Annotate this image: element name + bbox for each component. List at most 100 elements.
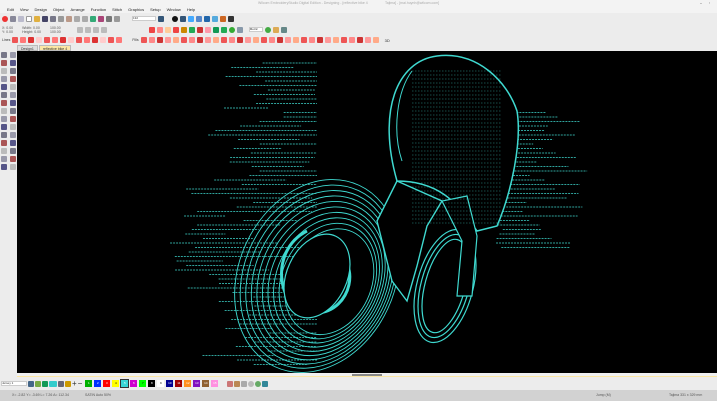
fill-stitch-3-icon[interactable] <box>156 37 163 43</box>
stitch-type-icon[interactable] <box>148 26 155 33</box>
fill-stitch-17-icon[interactable] <box>268 37 275 43</box>
line-icon[interactable] <box>172 26 179 33</box>
menu-object[interactable]: Object <box>53 6 65 13</box>
tool-11-icon[interactable] <box>1 92 7 98</box>
color-swatch-4[interactable]: 4 <box>112 380 120 387</box>
appliqué-icon[interactable] <box>188 26 195 33</box>
tool-17-icon[interactable] <box>1 116 7 122</box>
tool-26-icon[interactable] <box>10 148 16 154</box>
menu-function[interactable]: Function <box>91 6 106 13</box>
color-swatch-9[interactable]: 9 <box>157 380 165 387</box>
units-select[interactable]: Metric <box>248 27 263 32</box>
color-swatch-3[interactable]: 3 <box>103 380 111 387</box>
zoom-input[interactable]: 132 <box>132 16 156 21</box>
line-stitch-7-icon[interactable] <box>60 37 67 43</box>
zoom-fit-icon[interactable] <box>158 15 164 22</box>
export-icon[interactable] <box>228 15 234 22</box>
color-swatch-15[interactable]: 15 <box>211 380 219 387</box>
magic-icon[interactable] <box>280 26 287 33</box>
line-stitch-4-icon[interactable] <box>36 37 43 43</box>
palette-icon[interactable] <box>28 380 34 387</box>
copy-icon[interactable] <box>18 15 24 22</box>
fill-stitch-5-icon[interactable] <box>172 37 179 43</box>
fill-stitch-22-icon[interactable] <box>308 37 315 43</box>
line-stitch-5-icon[interactable] <box>44 37 51 43</box>
tool-25-icon[interactable] <box>1 148 7 154</box>
badge-icon[interactable] <box>196 26 203 33</box>
fill-stitch-27-icon[interactable] <box>348 37 355 43</box>
tool-12-icon[interactable] <box>10 92 16 98</box>
save-icon[interactable] <box>42 15 48 22</box>
menu-view[interactable]: View <box>20 6 29 13</box>
skew-icon[interactable] <box>100 26 107 33</box>
open-icon[interactable] <box>34 15 40 22</box>
fill-stitch-10-icon[interactable] <box>212 37 219 43</box>
tool-22-icon[interactable] <box>10 132 16 138</box>
line-stitch-6-icon[interactable] <box>52 37 59 43</box>
tool-13-icon[interactable] <box>1 100 7 106</box>
height-percent-field[interactable]: 100.00 <box>50 30 61 34</box>
design-canvas[interactable] <box>17 51 717 373</box>
fill-stitch-11-icon[interactable] <box>220 37 227 43</box>
tool-7-icon[interactable] <box>1 76 7 82</box>
rotate-icon[interactable] <box>92 26 99 33</box>
color-swatch-1[interactable]: 1 <box>85 380 93 387</box>
travel-icon[interactable] <box>90 15 96 22</box>
current-color-icon[interactable] <box>49 380 57 387</box>
tool-8-icon[interactable] <box>10 76 16 82</box>
fill-stitch-14-icon[interactable] <box>244 37 251 43</box>
tool-3-icon[interactable] <box>1 60 7 66</box>
fill-stitch-30-icon[interactable] <box>372 37 379 43</box>
color-swatch-10[interactable]: 10 <box>166 380 174 387</box>
layers-icon[interactable] <box>262 380 269 387</box>
height-field[interactable]: 0.00 <box>34 30 41 34</box>
fill-stitch-9-icon[interactable] <box>204 37 211 43</box>
shirt-icon[interactable] <box>42 380 48 387</box>
color-swatch-5[interactable]: 5 <box>120 379 130 388</box>
color-blend-icon[interactable] <box>234 380 241 387</box>
hoop-icon[interactable] <box>204 15 210 22</box>
fill-stitch-25-icon[interactable] <box>332 37 339 43</box>
shirt-icon[interactable] <box>212 26 219 33</box>
fill-stitch-15-icon[interactable] <box>252 37 259 43</box>
line-stitch-1-icon[interactable] <box>12 37 19 43</box>
grid-view-icon[interactable] <box>236 26 243 33</box>
tool-23-icon[interactable] <box>1 140 7 146</box>
color-swatch-2[interactable]: 2 <box>94 380 102 387</box>
grid-icon[interactable] <box>188 15 194 22</box>
knife-icon[interactable] <box>114 15 120 22</box>
digitize-icon[interactable] <box>106 15 112 22</box>
fill-icon[interactable] <box>156 26 163 33</box>
tool-28-icon[interactable] <box>10 156 16 162</box>
fill-stitch-8-icon[interactable] <box>196 37 203 43</box>
overview-icon[interactable] <box>180 15 186 22</box>
tool-14-icon[interactable] <box>10 100 16 106</box>
menu-edit[interactable]: Edit <box>7 6 14 13</box>
pin-icon[interactable] <box>10 15 16 22</box>
tool-30-icon[interactable] <box>10 164 16 170</box>
tool-6-icon[interactable] <box>10 68 16 74</box>
tool-5-icon[interactable] <box>1 68 7 74</box>
fill-stitch-21-icon[interactable] <box>300 37 307 43</box>
paint-icon[interactable] <box>65 380 71 387</box>
fabric-select[interactable]: Jersey 1 <box>1 381 27 386</box>
color-swatch-12[interactable]: 12 <box>184 380 192 387</box>
circle-tool-icon[interactable] <box>248 380 255 387</box>
color-swatch-7[interactable]: 7 <box>139 380 147 387</box>
color-swatch-14[interactable]: 14 <box>202 380 210 387</box>
flip-icon[interactable] <box>84 26 91 33</box>
tool-18-icon[interactable] <box>10 116 16 122</box>
redo-icon[interactable] <box>82 15 88 22</box>
undo-icon[interactable] <box>74 15 80 22</box>
globe-icon[interactable] <box>255 380 262 387</box>
circle-icon[interactable] <box>228 26 235 33</box>
list-icon[interactable] <box>196 15 202 22</box>
stamp-icon[interactable] <box>220 15 226 22</box>
fill-stitch-12-icon[interactable] <box>228 37 235 43</box>
color-swatch-6[interactable]: 6 <box>130 380 138 387</box>
tool-9-icon[interactable] <box>1 84 7 90</box>
tool-27-icon[interactable] <box>1 156 7 162</box>
menu-arrange[interactable]: Arrange <box>71 6 85 13</box>
menu-setup[interactable]: Setup <box>150 6 160 13</box>
tool-24-icon[interactable] <box>10 140 16 146</box>
